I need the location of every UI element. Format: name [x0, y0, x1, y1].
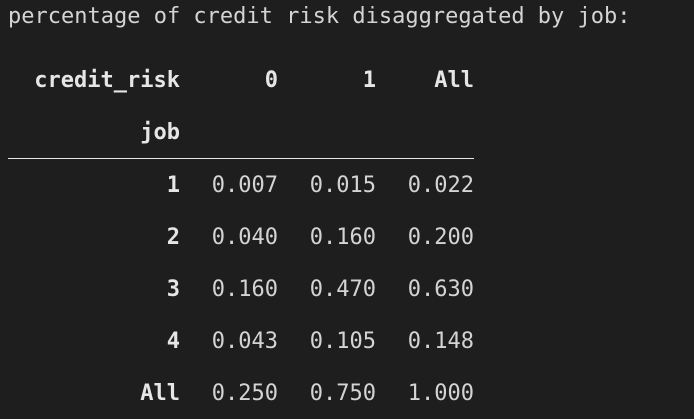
- table-row-total: All 0.250 0.750 1.000: [8, 367, 474, 419]
- index-name-header: job: [8, 106, 180, 159]
- row-label: 3: [166, 276, 180, 302]
- crosstab-table: credit_risk 0 1 All job 1 0.007 0.015 0.…: [8, 54, 474, 419]
- table-cell: 0.148: [407, 328, 474, 354]
- table-cell: 0.040: [211, 224, 278, 250]
- table-row: 1 0.007 0.015 0.022: [8, 159, 474, 212]
- column-header-1: 1: [362, 67, 376, 93]
- row-label: 2: [166, 224, 180, 250]
- row-label: 1: [166, 172, 180, 198]
- table-cell: 0.160: [309, 224, 376, 250]
- table-cell: 0.105: [309, 328, 376, 354]
- row-label: 4: [166, 328, 180, 354]
- table-cell: 0.470: [309, 276, 376, 302]
- table-cell: 1.000: [407, 380, 474, 406]
- row-label: All: [140, 380, 180, 406]
- index-name-row: job: [8, 106, 474, 159]
- column-header-0: 0: [264, 67, 278, 93]
- table-cell: 0.200: [407, 224, 474, 250]
- columns-name-header: credit_risk: [34, 67, 180, 93]
- table-cell: 0.750: [309, 380, 376, 406]
- table-row: 3 0.160 0.470 0.630: [8, 263, 474, 315]
- table-cell: 0.007: [211, 172, 278, 198]
- table-cell: 0.043: [211, 328, 278, 354]
- table-cell: 0.015: [309, 172, 376, 198]
- table-cell: 0.022: [407, 172, 474, 198]
- output-title: percentage of credit risk disaggregated …: [8, 4, 631, 29]
- table-row: 4 0.043 0.105 0.148: [8, 315, 474, 367]
- column-header-all: All: [434, 67, 474, 93]
- table-cell: 0.160: [211, 276, 278, 302]
- column-header-row: credit_risk 0 1 All: [8, 54, 474, 106]
- table-cell: 0.630: [407, 276, 474, 302]
- table-row: 2 0.040 0.160 0.200: [8, 211, 474, 263]
- table-cell: 0.250: [211, 380, 278, 406]
